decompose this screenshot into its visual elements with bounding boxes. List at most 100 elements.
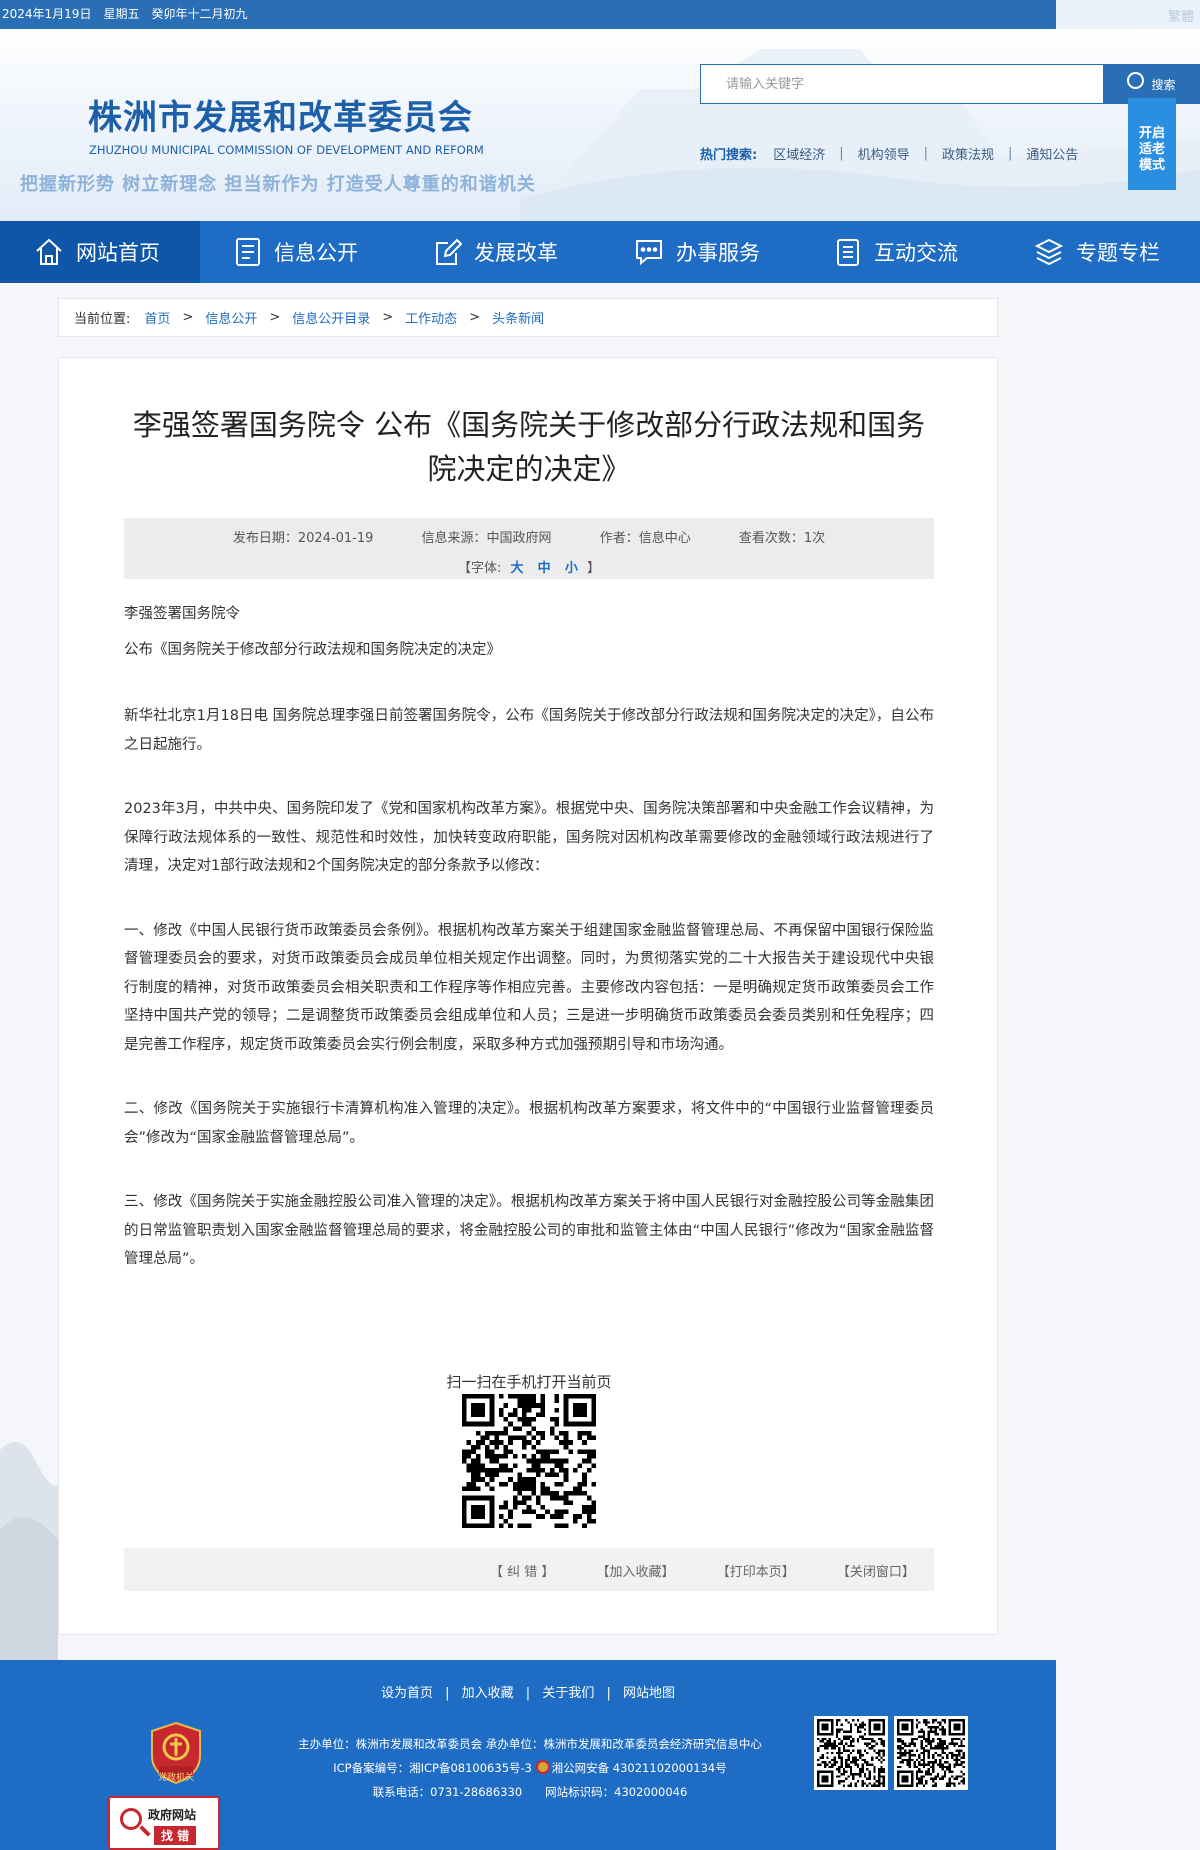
hot-link-leadership[interactable]: 机构领导 bbox=[858, 144, 910, 163]
site-header: 株洲市发展和改革委员会 ZHUZHOU MUNICIPAL COMMISSION… bbox=[0, 29, 1200, 221]
date-bar: 2024年1月19日 星期五 癸卯年十二月初九 bbox=[0, 0, 1056, 29]
elder-mode-label-2: 适老 bbox=[1138, 142, 1165, 157]
site-title: 株洲市发展和改革委员会 bbox=[88, 98, 473, 138]
page-qr-code-icon bbox=[462, 1394, 596, 1528]
breadcrumb-info-catalog[interactable]: 信息公开目录 bbox=[292, 308, 370, 327]
site-subtitle: ZHUZHOU MUNICIPAL COMMISSION OF DEVELOPM… bbox=[89, 143, 484, 157]
print-page-button[interactable]: 【打印本页】 bbox=[717, 1565, 795, 1580]
traditional-chinese-link[interactable]: 繁體 bbox=[1168, 6, 1194, 25]
add-favorite-button[interactable]: 【加入收藏】 bbox=[597, 1565, 675, 1580]
add-favorite-link[interactable]: 加入收藏 bbox=[462, 1686, 514, 1701]
hot-separator: | bbox=[839, 146, 844, 161]
breadcrumb-separator: > bbox=[469, 310, 481, 325]
breadcrumb-separator: > bbox=[182, 310, 194, 325]
magnifier-icon bbox=[120, 1808, 142, 1830]
party-badge-label: 党政机关 bbox=[157, 1773, 194, 1783]
hot-link-policy[interactable]: 政策法规 bbox=[942, 144, 994, 163]
gov-badge-label-1: 政府网站 bbox=[148, 1808, 197, 1822]
nav-item-services[interactable]: 办事服务 bbox=[600, 221, 800, 283]
nav-label: 互动交流 bbox=[874, 241, 958, 265]
set-homepage-link[interactable]: 设为首页 bbox=[381, 1686, 433, 1701]
hot-search-label: 热门搜索: bbox=[700, 148, 758, 163]
footer-icp: ICP备案编号：湘ICP备08100635号-3 湘公网安备 430211020… bbox=[295, 1756, 765, 1780]
article-paragraph: 2023年3月，中共中央、国务院印发了《党和国家机构改革方案》。根据党中央、国务… bbox=[124, 801, 934, 874]
elder-mode-button[interactable]: 开启 适老 模式 bbox=[1128, 98, 1176, 190]
breadcrumb-headlines[interactable]: 头条新闻 bbox=[492, 308, 544, 327]
public-security-record[interactable]: 湘公网安备 43021102000134号 bbox=[552, 1761, 727, 1775]
layers-icon bbox=[1034, 238, 1064, 266]
font-size-label: 【字体: bbox=[457, 561, 502, 576]
footer-contact: 联系电话：0731-28686330 网站标识码：4302000046 bbox=[372, 1785, 688, 1799]
breadcrumb-label: 当前位置: bbox=[74, 312, 131, 327]
icp-number[interactable]: ICP备案编号：湘ICP备08100635号-3 bbox=[333, 1761, 532, 1775]
search-icon bbox=[1127, 71, 1145, 89]
article-paragraph: 新华社北京1月18日电 国务院总理李强日前签署国务院令，公布《国务院关于修改部分… bbox=[124, 708, 934, 753]
language-switch-area: 繁體 bbox=[1056, 0, 1200, 29]
chat-icon bbox=[636, 240, 662, 266]
hot-separator: | bbox=[1008, 146, 1013, 161]
search-input[interactable] bbox=[701, 65, 1103, 103]
hot-link-notices[interactable]: 通知公告 bbox=[1026, 144, 1078, 163]
font-size-large-button[interactable]: 大 bbox=[511, 561, 524, 576]
footer-qr-wechat bbox=[814, 1716, 888, 1790]
article-meta: 发布日期：2024-01-19 信息来源：中国政府网 作者：信息中心 查看次数：… bbox=[124, 518, 934, 579]
nav-item-home[interactable]: 网站首页 bbox=[0, 221, 200, 283]
search-box bbox=[700, 64, 1104, 104]
article-tools: 【 纠 错 】 【加入收藏】 【打印本页】 【关闭窗口】 bbox=[124, 1548, 934, 1591]
nav-label: 信息公开 bbox=[274, 241, 358, 265]
main-nav: 网站首页 信息公开 发展改革 办事服务 互动交流 专题专栏 bbox=[0, 221, 1200, 283]
nav-label: 办事服务 bbox=[676, 241, 760, 265]
close-window-button[interactable]: 【关闭窗口】 bbox=[837, 1565, 915, 1580]
nav-item-interaction[interactable]: 互动交流 bbox=[800, 221, 1000, 283]
footer-separator: | bbox=[445, 1686, 450, 1701]
font-size-control: 【字体: 大 中 小 】 bbox=[124, 557, 934, 576]
elder-mode-label-1: 开启 bbox=[1138, 126, 1165, 141]
nav-item-special-topics[interactable]: 专题专栏 bbox=[1000, 221, 1200, 283]
footer-organizer: 主办单位：株洲市发展和改革委员会 承办单位：株洲市发展和改革委员会经济研究信息中… bbox=[298, 1737, 762, 1751]
police-badge-icon bbox=[535, 1760, 550, 1774]
article-paragraph: 二、修改《国务院关于实施银行卡清算机构准入管理的决定》。根据机构改革方案要求，将… bbox=[124, 1101, 934, 1146]
font-size-small-button[interactable]: 小 bbox=[565, 561, 578, 576]
article-panel: 李强签署国务院令 公布《国务院关于修改部分行政法规和国务院决定的决定》 发布日期… bbox=[58, 357, 998, 1635]
footer-qr-code-icon bbox=[897, 1719, 965, 1787]
elder-mode-label-3: 模式 bbox=[1138, 158, 1165, 173]
breadcrumb-separator: > bbox=[269, 310, 281, 325]
hot-separator: | bbox=[923, 146, 929, 161]
nav-label: 发展改革 bbox=[474, 241, 558, 265]
site-footer: 设为首页 | 加入收藏 | 关于我们 | 网站地图 党政机关 政府网站 找 错 … bbox=[0, 1660, 1056, 1850]
gov-website-error-finder-button[interactable]: 政府网站 找 错 bbox=[108, 1796, 220, 1850]
home-icon bbox=[36, 238, 62, 265]
font-size-suffix: 】 bbox=[586, 561, 600, 576]
view-count: 查看次数：1次 bbox=[738, 531, 826, 546]
font-size-medium-button[interactable]: 中 bbox=[538, 561, 551, 576]
gov-badge-label-2: 找 错 bbox=[154, 1826, 197, 1845]
footer-qr-app bbox=[894, 1716, 968, 1790]
breadcrumb-separator: > bbox=[382, 310, 394, 325]
about-us-link[interactable]: 关于我们 bbox=[542, 1686, 594, 1701]
nav-item-development-reform[interactable]: 发展改革 bbox=[400, 221, 600, 283]
nav-label: 专题专栏 bbox=[1076, 241, 1160, 265]
breadcrumb-home[interactable]: 首页 bbox=[144, 308, 170, 327]
footer-separator: | bbox=[606, 1686, 611, 1701]
site-slogan: 把握新形势 树立新理念 担当新作为 打造受人尊重的和谐机关 bbox=[20, 174, 536, 195]
report-error-button[interactable]: 【 纠 错 】 bbox=[490, 1565, 554, 1580]
search-button-label: 搜索 bbox=[1151, 77, 1176, 92]
current-date: 2024年1月19日 星期五 癸卯年十二月初九 bbox=[2, 7, 248, 21]
article-lead-1: 李强签署国务院令 bbox=[124, 606, 240, 622]
article-body: 李强签署国务院令 公布《国务院关于修改部分行政法规和国务院决定的决定》 新华社北… bbox=[124, 596, 934, 1274]
clipboard-icon bbox=[837, 239, 859, 266]
breadcrumb-work-news[interactable]: 工作动态 bbox=[405, 308, 457, 327]
article-lead-2: 公布《国务院关于修改部分行政法规和国务院决定的决定》 bbox=[124, 642, 501, 658]
sitemap-link[interactable]: 网站地图 bbox=[623, 1686, 675, 1701]
document-list-icon bbox=[236, 238, 260, 266]
qr-caption: 扫一扫在手机打开当前页 bbox=[446, 1373, 612, 1391]
hot-link-regional-economy[interactable]: 区域经济 bbox=[773, 144, 825, 163]
breadcrumb-info-disclosure[interactable]: 信息公开 bbox=[205, 308, 257, 327]
nav-item-info-disclosure[interactable]: 信息公开 bbox=[200, 221, 400, 283]
article-paragraph: 三、修改《国务院关于实施金融控股公司准入管理的决定》。根据机构改革方案关于将中国… bbox=[124, 1194, 934, 1267]
nav-label: 网站首页 bbox=[76, 241, 160, 265]
mountain-decoration-icon bbox=[0, 1442, 58, 1660]
footer-right-blank bbox=[1056, 1660, 1200, 1850]
author: 作者：信息中心 bbox=[599, 531, 691, 546]
info-source: 信息来源：中国政府网 bbox=[421, 531, 552, 546]
